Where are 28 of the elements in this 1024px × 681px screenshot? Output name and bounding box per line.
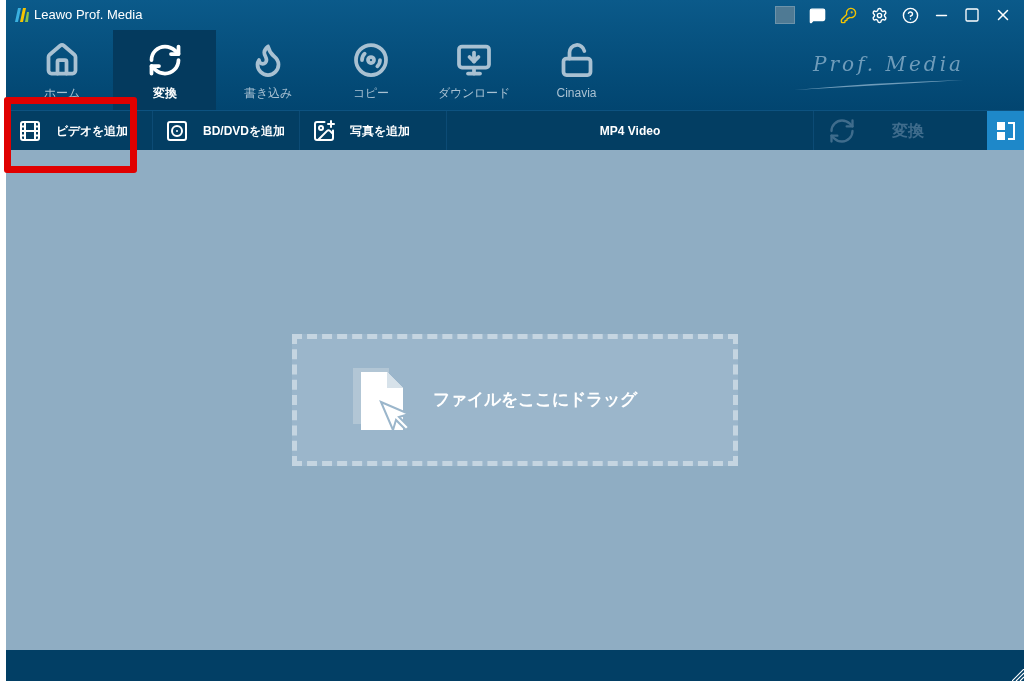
settings-icon[interactable] bbox=[871, 6, 888, 24]
resize-grip-icon bbox=[1012, 669, 1024, 681]
download-monitor-icon bbox=[455, 42, 492, 78]
disc-icon bbox=[352, 42, 389, 78]
nav-tab[interactable]: 変換 bbox=[113, 30, 216, 110]
nav-tab[interactable]: コピー bbox=[319, 30, 422, 110]
brand-script-text: Prof. Media bbox=[813, 51, 964, 78]
nav-tab[interactable]: Cinavia bbox=[525, 30, 628, 110]
drop-hint: ファイルをここにドラッグ bbox=[433, 389, 637, 412]
maximize-icon[interactable] bbox=[964, 7, 980, 23]
image-plus-icon bbox=[312, 118, 336, 143]
panel-layout-icon bbox=[995, 120, 1016, 141]
profile-selector[interactable]: MP4 Video bbox=[447, 111, 814, 150]
refresh-icon bbox=[828, 116, 856, 145]
key-icon[interactable] bbox=[840, 6, 857, 24]
chat-icon[interactable] bbox=[809, 6, 826, 24]
window-title: Leawo Prof. Media bbox=[34, 6, 143, 25]
app-logo-icon bbox=[14, 7, 30, 23]
add-media-button[interactable]: ビデオを追加 bbox=[6, 111, 153, 150]
screen-thumbnail-icon[interactable] bbox=[775, 6, 795, 24]
add-media-button[interactable]: BD/DVDを追加 bbox=[153, 111, 300, 150]
nav-tab[interactable]: 書き込み bbox=[216, 30, 319, 110]
add-media-button[interactable]: 写真を追加 bbox=[300, 111, 447, 150]
film-plus-icon bbox=[18, 118, 42, 143]
disc-plus-icon bbox=[165, 118, 189, 143]
layout-toggle-button[interactable] bbox=[987, 111, 1024, 150]
help-icon[interactable] bbox=[902, 6, 919, 24]
nav-tab[interactable]: ダウンロード bbox=[422, 30, 525, 110]
